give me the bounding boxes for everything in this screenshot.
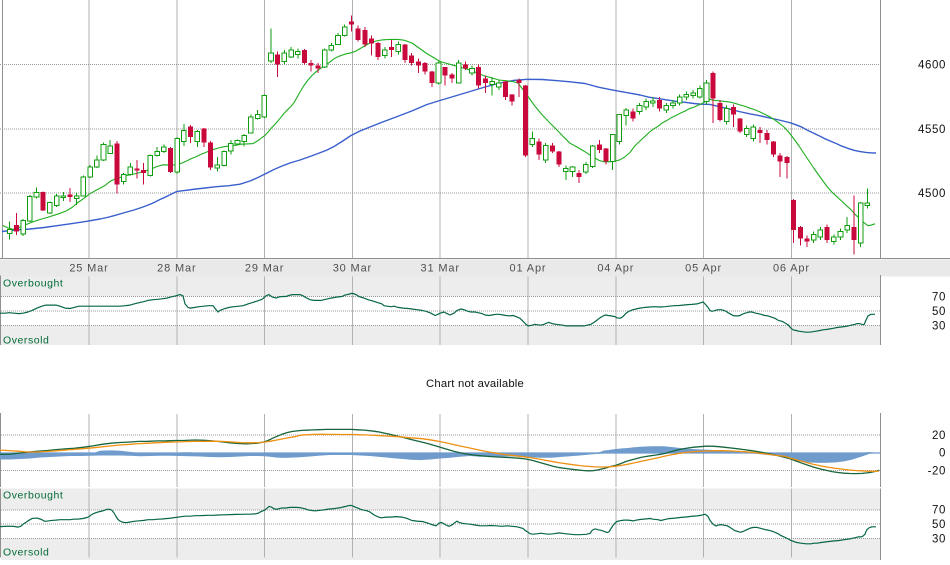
svg-text:4500: 4500 [918,188,946,200]
svg-text:01 Apr: 01 Apr [510,263,547,275]
svg-text:Overbought: Overbought [3,278,63,290]
svg-text:70: 70 [932,292,946,304]
svg-text:25 Mar: 25 Mar [69,263,108,275]
svg-text:Oversold: Oversold [3,547,49,559]
svg-text:29 Mar: 29 Mar [245,263,284,275]
svg-text:Chart not available: Chart not available [426,378,524,390]
svg-text:4600: 4600 [918,60,946,72]
svg-text:4550: 4550 [918,124,946,136]
svg-text:31 Mar: 31 Mar [421,263,460,275]
svg-text:0: 0 [939,448,946,460]
svg-text:20: 20 [932,430,946,442]
svg-text:70: 70 [932,505,946,517]
svg-text:50: 50 [932,306,946,318]
svg-text:05 Apr: 05 Apr [685,263,722,275]
svg-text:30: 30 [932,321,946,333]
svg-text:Overbought: Overbought [3,490,63,502]
svg-text:Oversold: Oversold [3,335,49,347]
svg-text:30 Mar: 30 Mar [333,263,372,275]
svg-text:28 Mar: 28 Mar [157,263,196,275]
svg-text:06 Apr: 06 Apr [773,263,810,275]
svg-text:04 Apr: 04 Apr [597,263,634,275]
svg-text:-20: -20 [928,466,946,478]
svg-text:50: 50 [932,519,946,531]
svg-text:30: 30 [932,533,946,545]
